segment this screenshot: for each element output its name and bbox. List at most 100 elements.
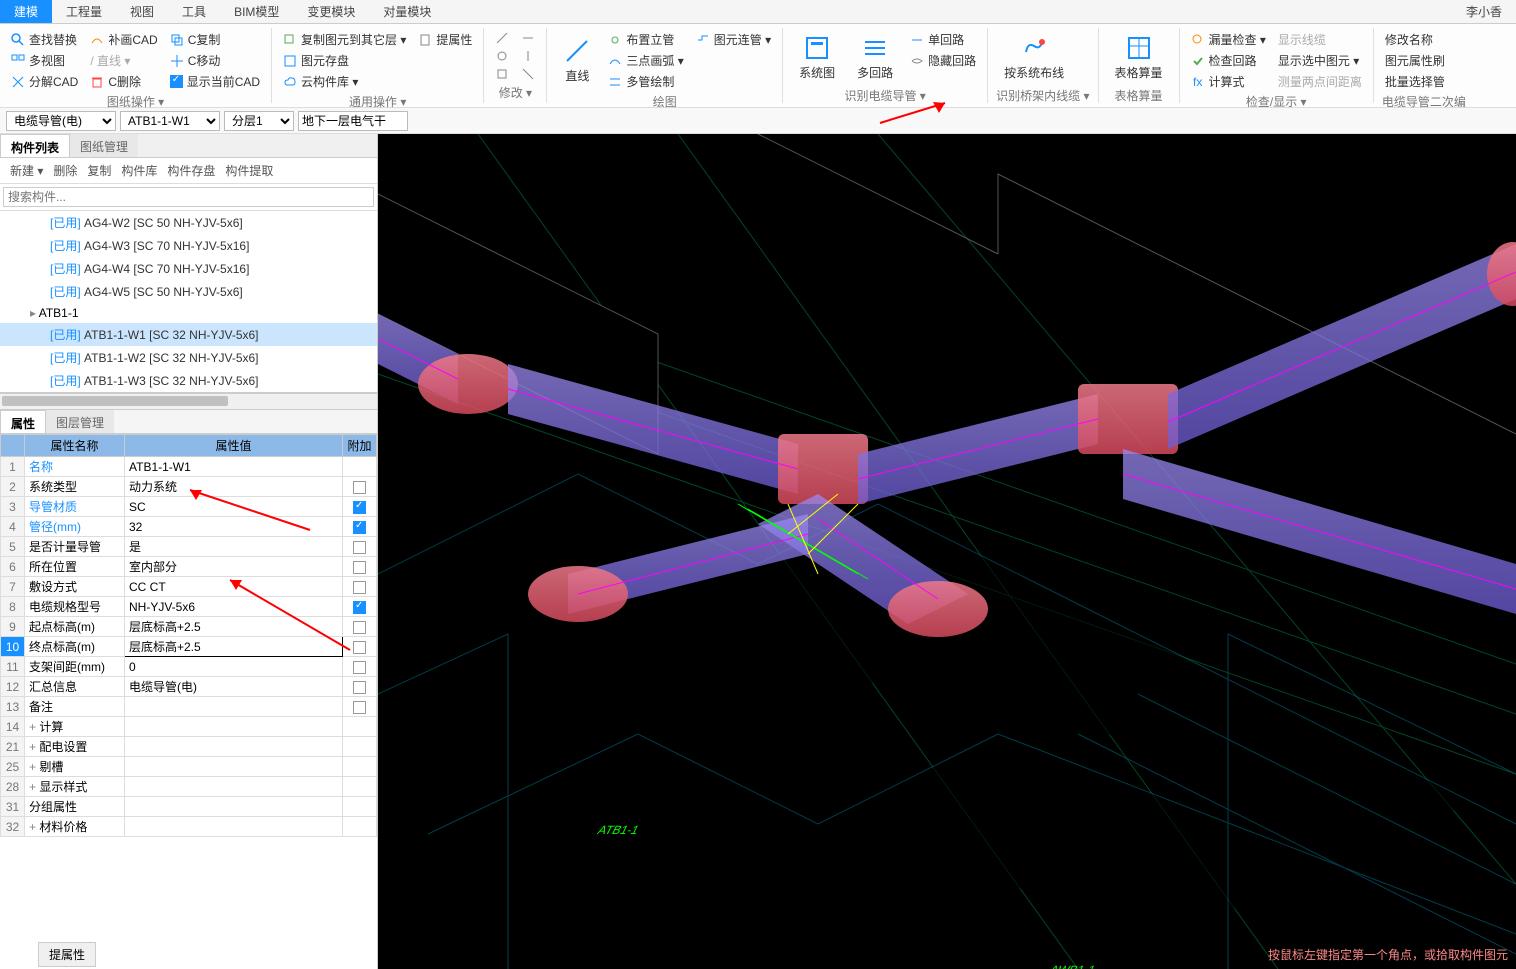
system-diagram-button[interactable]: 系统图: [791, 30, 843, 85]
tab-bim[interactable]: BIM模型: [220, 0, 293, 23]
c-delete-button[interactable]: C删除: [87, 72, 160, 91]
batch-select-button[interactable]: 批量选择管: [1382, 72, 1448, 91]
checkbox-icon[interactable]: [353, 581, 366, 594]
by-system-wire-button[interactable]: 按系统布线: [996, 30, 1072, 85]
checkbox-icon[interactable]: [353, 621, 366, 634]
property-row[interactable]: 3导管材质SC: [1, 497, 377, 517]
multi-view-button[interactable]: 多视图: [8, 51, 81, 70]
modify-btn-3[interactable]: [492, 66, 512, 82]
checkbox-icon[interactable]: [353, 681, 366, 694]
property-row[interactable]: 9起点标高(m)层底标高+2.5: [1, 617, 377, 637]
tab-properties[interactable]: 属性: [0, 410, 46, 433]
property-row[interactable]: 32+ 材料价格: [1, 817, 377, 837]
show-current-cad-checkbox[interactable]: 显示当前CAD: [167, 72, 263, 91]
property-row[interactable]: 1名称ATB1-1-W1: [1, 457, 377, 477]
modify-btn-1[interactable]: [492, 30, 512, 46]
checkbox-icon[interactable]: [353, 701, 366, 714]
property-row[interactable]: 6所在位置室内部分: [1, 557, 377, 577]
position-input[interactable]: [298, 111, 408, 131]
tree-item[interactable]: [已用] ATB1-1-W1 [SC 32 NH-YJV-5x6]: [0, 323, 377, 346]
user-name[interactable]: 李小香: [1452, 3, 1516, 20]
property-row[interactable]: 28+ 显示样式: [1, 777, 377, 797]
category-select[interactable]: 电缆导管(电): [6, 111, 116, 131]
rename-button[interactable]: 修改名称: [1382, 30, 1448, 49]
vertical-pipe-button[interactable]: 布置立管: [605, 30, 686, 49]
element-save-button[interactable]: 图元存盘: [280, 51, 409, 70]
prop-brush-button[interactable]: 图元属性刷: [1382, 51, 1448, 70]
tab-build[interactable]: 建模: [0, 0, 52, 23]
tree-item[interactable]: [已用] AG4-W5 [SC 50 NH-YJV-5x6]: [0, 280, 377, 303]
checkbox-icon[interactable]: [353, 541, 366, 554]
search-input[interactable]: [3, 187, 374, 207]
horizontal-scrollbar[interactable]: [0, 393, 377, 409]
modify-btn-6[interactable]: [518, 66, 538, 82]
checkbox-icon[interactable]: [353, 661, 366, 674]
delete-button[interactable]: 删除: [49, 160, 81, 181]
hide-loop-button[interactable]: 隐藏回路: [907, 51, 979, 70]
property-row[interactable]: 4管径(mm)32: [1, 517, 377, 537]
checkbox-icon[interactable]: [353, 521, 366, 534]
save-button[interactable]: 构件存盘: [163, 160, 219, 181]
single-loop-button[interactable]: 单回路: [907, 30, 979, 49]
checkbox-icon[interactable]: [353, 561, 366, 574]
tab-component-list[interactable]: 构件列表: [0, 134, 70, 157]
tree-item[interactable]: [已用] AG4-W2 [SC 50 NH-YJV-5x6]: [0, 211, 377, 234]
property-row[interactable]: 10终点标高(m)层底标高+2.5: [1, 637, 377, 657]
extract-prop-button[interactable]: 提属性: [415, 30, 475, 49]
property-row[interactable]: 2系统类型动力系统: [1, 477, 377, 497]
explode-cad-button[interactable]: 分解CAD: [8, 72, 81, 91]
table-calc-button[interactable]: 表格算量: [1107, 30, 1171, 85]
lib-button[interactable]: 构件库: [117, 160, 161, 181]
arc-button[interactable]: 三点画弧 ▾: [605, 51, 686, 70]
tab-qty[interactable]: 工程量: [52, 0, 116, 23]
show-wires-button[interactable]: 显示线缆: [1275, 30, 1365, 49]
modify-btn-5[interactable]: [518, 48, 538, 64]
name-select[interactable]: ATB1-1-W1: [120, 111, 220, 131]
3d-viewport[interactable]: ATB1-1 AWB1-1 X Y Z 按鼠标左键指定第一个角点，或拾取构件图元: [378, 134, 1516, 969]
c-copy-button[interactable]: C复制: [167, 30, 263, 49]
tree-group[interactable]: ATB1-1: [0, 303, 377, 323]
checkbox-icon[interactable]: [353, 601, 366, 614]
property-row[interactable]: 14+ 计算: [1, 717, 377, 737]
tree-item[interactable]: [已用] AG4-W4 [SC 70 NH-YJV-5x16]: [0, 257, 377, 280]
show-selected-button[interactable]: 显示选中图元 ▾: [1275, 51, 1365, 70]
tree-item[interactable]: [已用] ATB1-1-W3 [SC 32 NH-YJV-5x6]: [0, 369, 377, 392]
cloud-lib-button[interactable]: 云构件库 ▾: [280, 72, 409, 91]
line-big-button[interactable]: 直线: [555, 30, 599, 91]
tree-item[interactable]: [已用] ATB1-1-W2 [SC 32 NH-YJV-5x6]: [0, 346, 377, 369]
property-row[interactable]: 25+ 剔槽: [1, 757, 377, 777]
property-row[interactable]: 8电缆规格型号NH-YJV-5x6: [1, 597, 377, 617]
property-row[interactable]: 5是否计量导管是: [1, 537, 377, 557]
property-row[interactable]: 13备注: [1, 697, 377, 717]
multi-pipe-button[interactable]: 多管绘制: [605, 72, 686, 91]
modify-btn-2[interactable]: [492, 48, 512, 64]
new-button[interactable]: 新建 ▾: [6, 160, 47, 181]
property-row[interactable]: 7敷设方式CC CT: [1, 577, 377, 597]
measure-button[interactable]: 测量两点间距离: [1275, 72, 1365, 91]
extract-button[interactable]: 构件提取: [221, 160, 277, 181]
c-move-button[interactable]: C移动: [167, 51, 263, 70]
tab-layer-mgmt[interactable]: 图层管理: [46, 410, 114, 433]
tab-tools[interactable]: 工具: [168, 0, 220, 23]
property-row[interactable]: 12汇总信息电缆导管(电): [1, 677, 377, 697]
checkbox-icon[interactable]: [353, 481, 366, 494]
property-row[interactable]: 11支架间距(mm)0: [1, 657, 377, 677]
copy-button[interactable]: 复制: [83, 160, 115, 181]
copy-to-layer-button[interactable]: 复制图元到其它层 ▾: [280, 30, 409, 49]
multi-loop-button[interactable]: 多回路: [849, 30, 901, 85]
leak-check-button[interactable]: 漏量检查 ▾: [1188, 30, 1269, 49]
tab-change[interactable]: 变更模块: [293, 0, 369, 23]
formula-button[interactable]: fx计算式: [1188, 72, 1269, 91]
tab-drawing-mgmt[interactable]: 图纸管理: [70, 134, 138, 157]
tab-view[interactable]: 视图: [116, 0, 168, 23]
find-replace-button[interactable]: 查找替换: [8, 30, 81, 49]
extract-props-button[interactable]: 提属性: [38, 942, 96, 967]
checkbox-icon[interactable]: [353, 501, 366, 514]
tree-item[interactable]: [已用] AG4-W3 [SC 70 NH-YJV-5x16]: [0, 234, 377, 257]
checkbox-icon[interactable]: [353, 641, 366, 654]
modify-btn-4[interactable]: [518, 30, 538, 46]
property-row[interactable]: 31分组属性: [1, 797, 377, 817]
check-loop-button[interactable]: 检查回路: [1188, 51, 1269, 70]
fill-cad-button[interactable]: 补画CAD: [87, 30, 160, 49]
line-button[interactable]: / 直线 ▾: [87, 51, 160, 70]
